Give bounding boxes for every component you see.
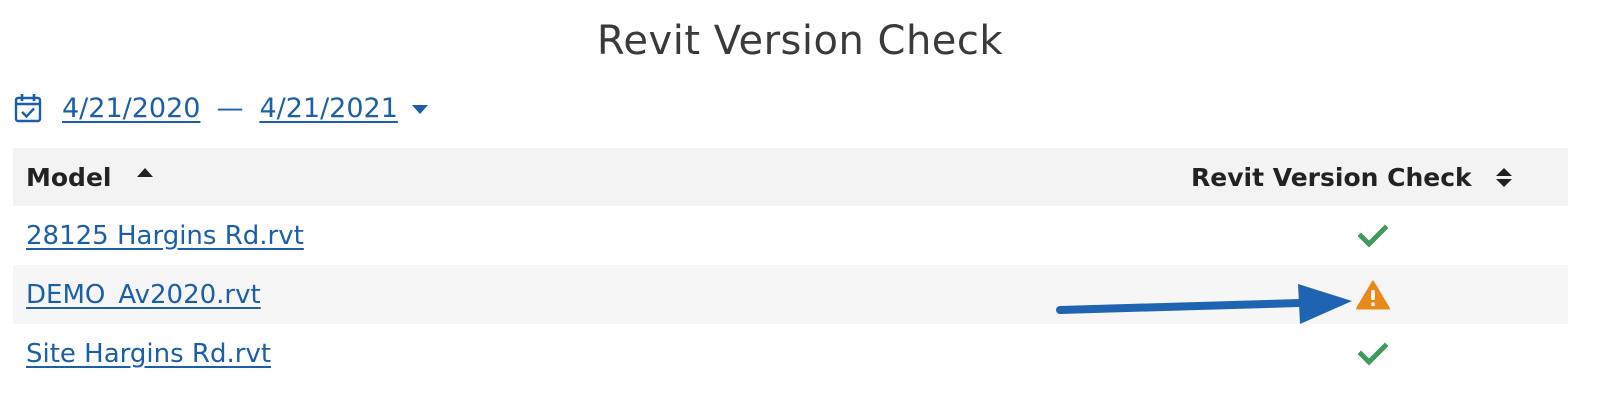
page-title: Revit Version Check <box>596 18 1004 64</box>
check-icon <box>1358 341 1388 366</box>
status-cell <box>1356 265 1390 324</box>
end-date-link[interactable]: 4/21/2021 <box>259 93 397 124</box>
column-header-label: Revit Version Check <box>1191 162 1472 192</box>
caret-down-icon[interactable] <box>411 104 428 114</box>
start-date-link[interactable]: 4/21/2020 <box>62 93 200 124</box>
date-separator: — <box>216 92 244 124</box>
warning-icon <box>1356 280 1390 309</box>
table-row: DEMO_Av2020.rvt <box>13 265 1568 324</box>
table-row: Site Hargins Rd.rvt <box>13 324 1568 383</box>
column-header-label: Model <box>26 162 112 192</box>
check-icon <box>1358 223 1388 248</box>
model-link[interactable]: Site Hargins Rd.rvt <box>26 339 271 369</box>
column-header-revit-version-check[interactable]: Revit Version Check <box>1191 148 1512 206</box>
page: Revit Version Check 4/21/2020 — 4/21/202… <box>0 0 1600 407</box>
date-range-picker: 4/21/2020 — 4/21/2021 <box>14 86 428 130</box>
status-cell <box>1356 324 1390 383</box>
table-header: Model Revit Version Check <box>13 148 1568 206</box>
model-cell: 28125 Hargins Rd.rvt <box>26 206 304 265</box>
calendar-check-icon[interactable] <box>14 93 42 123</box>
models-table: Model Revit Version Check 28125 Hargins … <box>13 148 1568 383</box>
model-link[interactable]: DEMO_Av2020.rvt <box>26 280 261 310</box>
table-row: 28125 Hargins Rd.rvt <box>13 206 1568 265</box>
sort-icon <box>1495 167 1512 187</box>
status-cell <box>1356 206 1390 265</box>
column-header-model[interactable]: Model <box>26 148 154 206</box>
model-link[interactable]: 28125 Hargins Rd.rvt <box>26 221 304 251</box>
sort-ascending-icon <box>137 167 154 177</box>
model-cell: DEMO_Av2020.rvt <box>26 265 261 324</box>
model-cell: Site Hargins Rd.rvt <box>26 324 271 383</box>
